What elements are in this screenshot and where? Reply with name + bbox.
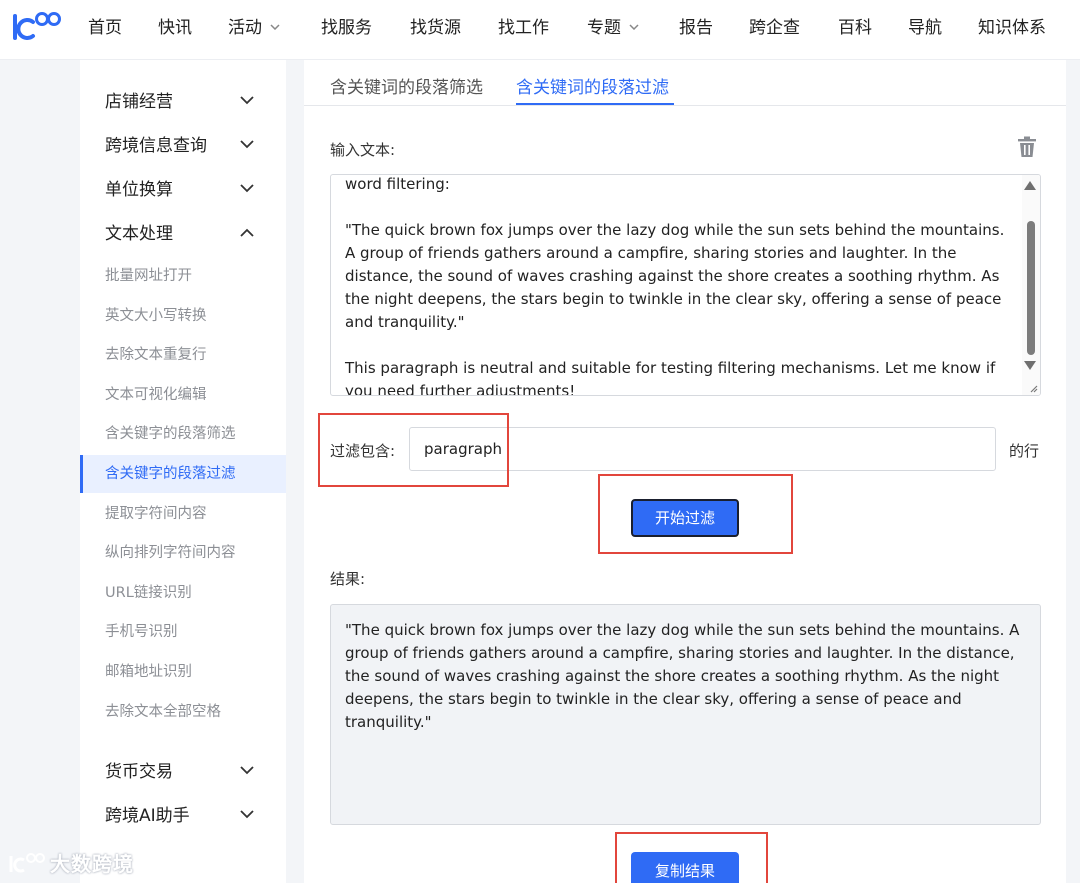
chevron-down-icon (240, 96, 254, 105)
active-tab-indicator (516, 103, 674, 105)
nav-directory[interactable]: 导航 (908, 16, 942, 40)
nav-sourcing[interactable]: 找货源 (410, 16, 461, 40)
nav-topics[interactable]: 专题 (587, 16, 639, 40)
chevron-down-icon (240, 140, 254, 149)
sidebar-item-keyword-select[interactable]: 含关键字的段落筛选 (80, 415, 286, 453)
sidebar-item-email-detect[interactable]: 邮箱地址识别 (80, 653, 286, 691)
nav-topics-label: 专题 (587, 18, 621, 38)
highlight-start-button (598, 474, 793, 554)
sidebar-group-currency[interactable]: 货币交易 (80, 757, 286, 787)
sidebar-item-bulk-url-open[interactable]: 批量网址打开 (80, 257, 286, 295)
result-label: 结果: (330, 570, 366, 588)
sidebar-group-unit[interactable]: 单位换算 (80, 175, 286, 205)
scrollbar-thumb[interactable] (1027, 221, 1035, 355)
sidebar-item-phone-detect[interactable]: 手机号识别 (80, 613, 286, 651)
sidebar-item-url-detect[interactable]: URL链接识别 (80, 574, 286, 612)
chevron-down-icon (240, 184, 254, 193)
sidebar-item-keyword-filter[interactable]: 含关键字的段落过滤 (80, 455, 286, 493)
nav-jobs[interactable]: 找工作 (498, 16, 549, 40)
sidebar-item-dedupe-lines[interactable]: 去除文本重复行 (80, 336, 286, 374)
sidebar-group-ai[interactable]: 跨境AI助手 (80, 801, 286, 831)
nav-reports[interactable]: 报告 (679, 16, 713, 40)
text-input[interactable]: word filtering: "The quick brown fox jum… (330, 174, 1041, 396)
sidebar-group-label: 店铺经营 (105, 92, 173, 112)
scroll-down-icon[interactable] (1024, 361, 1036, 370)
input-label: 输入文本: (330, 141, 396, 159)
chevron-down-icon (629, 24, 639, 30)
sidebar-group-store[interactable]: 店铺经营 (80, 87, 286, 117)
sidebar-group-label: 跨境AI助手 (105, 806, 190, 826)
sidebar-item-case-convert[interactable]: 英文大小写转换 (80, 297, 286, 335)
result-output: "The quick brown fox jumps over the lazy… (330, 604, 1041, 825)
sidebar-item-visual-edit[interactable]: 文本可视化编辑 (80, 376, 286, 414)
nav-home[interactable]: 首页 (88, 16, 122, 40)
logo-icon[interactable] (9, 8, 63, 44)
sidebar-group-label: 文本处理 (105, 224, 173, 244)
nav-company-search[interactable]: 跨企查 (749, 16, 800, 40)
nav-events[interactable]: 活动 (228, 16, 280, 40)
watermark-logo-icon (9, 853, 45, 873)
trash-icon[interactable] (1017, 136, 1037, 158)
watermark: 大数跨境 (8, 848, 134, 878)
sidebar-group-info[interactable]: 跨境信息查询 (80, 131, 286, 161)
resize-grip-icon[interactable] (1028, 383, 1038, 393)
sidebar-group-text[interactable]: 文本处理 (80, 219, 286, 249)
sidebar-item-vertical-between[interactable]: 纵向排列字符间内容 (80, 534, 286, 572)
filter-suffix: 的行 (1009, 442, 1040, 460)
nav-news[interactable]: 快讯 (158, 16, 192, 40)
nav-knowledge[interactable]: 知识体系 (978, 16, 1046, 40)
highlight-filter-input (318, 413, 509, 487)
nav-wiki[interactable]: 百科 (838, 16, 872, 40)
watermark-text: 大数跨境 (50, 852, 134, 876)
highlight-copy-button (615, 832, 768, 883)
sidebar-group-label: 单位换算 (105, 180, 173, 200)
chevron-up-icon (240, 228, 254, 237)
top-navigation: 首页 快讯 活动 找服务 找货源 找工作 专题 报告 跨企查 百科 导航 知识体… (0, 0, 1080, 60)
chevron-down-icon (240, 766, 254, 775)
tab-keyword-select[interactable]: 含关键词的段落筛选 (330, 73, 483, 98)
sidebar-group-label: 跨境信息查询 (105, 136, 207, 156)
tab-keyword-filter[interactable]: 含关键词的段落过滤 (516, 73, 669, 98)
tab-bar: 含关键词的段落筛选 含关键词的段落过滤 (304, 60, 1066, 106)
nav-services[interactable]: 找服务 (321, 16, 372, 40)
text-input-content: word filtering: "The quick brown fox jum… (345, 175, 1005, 396)
sidebar-item-extract-between[interactable]: 提取字符间内容 (80, 495, 286, 533)
sidebar: 店铺经营 跨境信息查询 单位换算 文本处理 批量网址打开 英文大小写转换 去除文… (80, 60, 286, 883)
result-output-content: "The quick brown fox jumps over the lazy… (345, 621, 1025, 731)
chevron-down-icon (270, 24, 280, 30)
scroll-up-icon[interactable] (1024, 181, 1036, 190)
sidebar-group-label: 货币交易 (105, 762, 173, 782)
chevron-down-icon (240, 810, 254, 819)
sidebar-item-remove-spaces[interactable]: 去除文本全部空格 (80, 693, 286, 731)
nav-events-label: 活动 (228, 18, 262, 38)
